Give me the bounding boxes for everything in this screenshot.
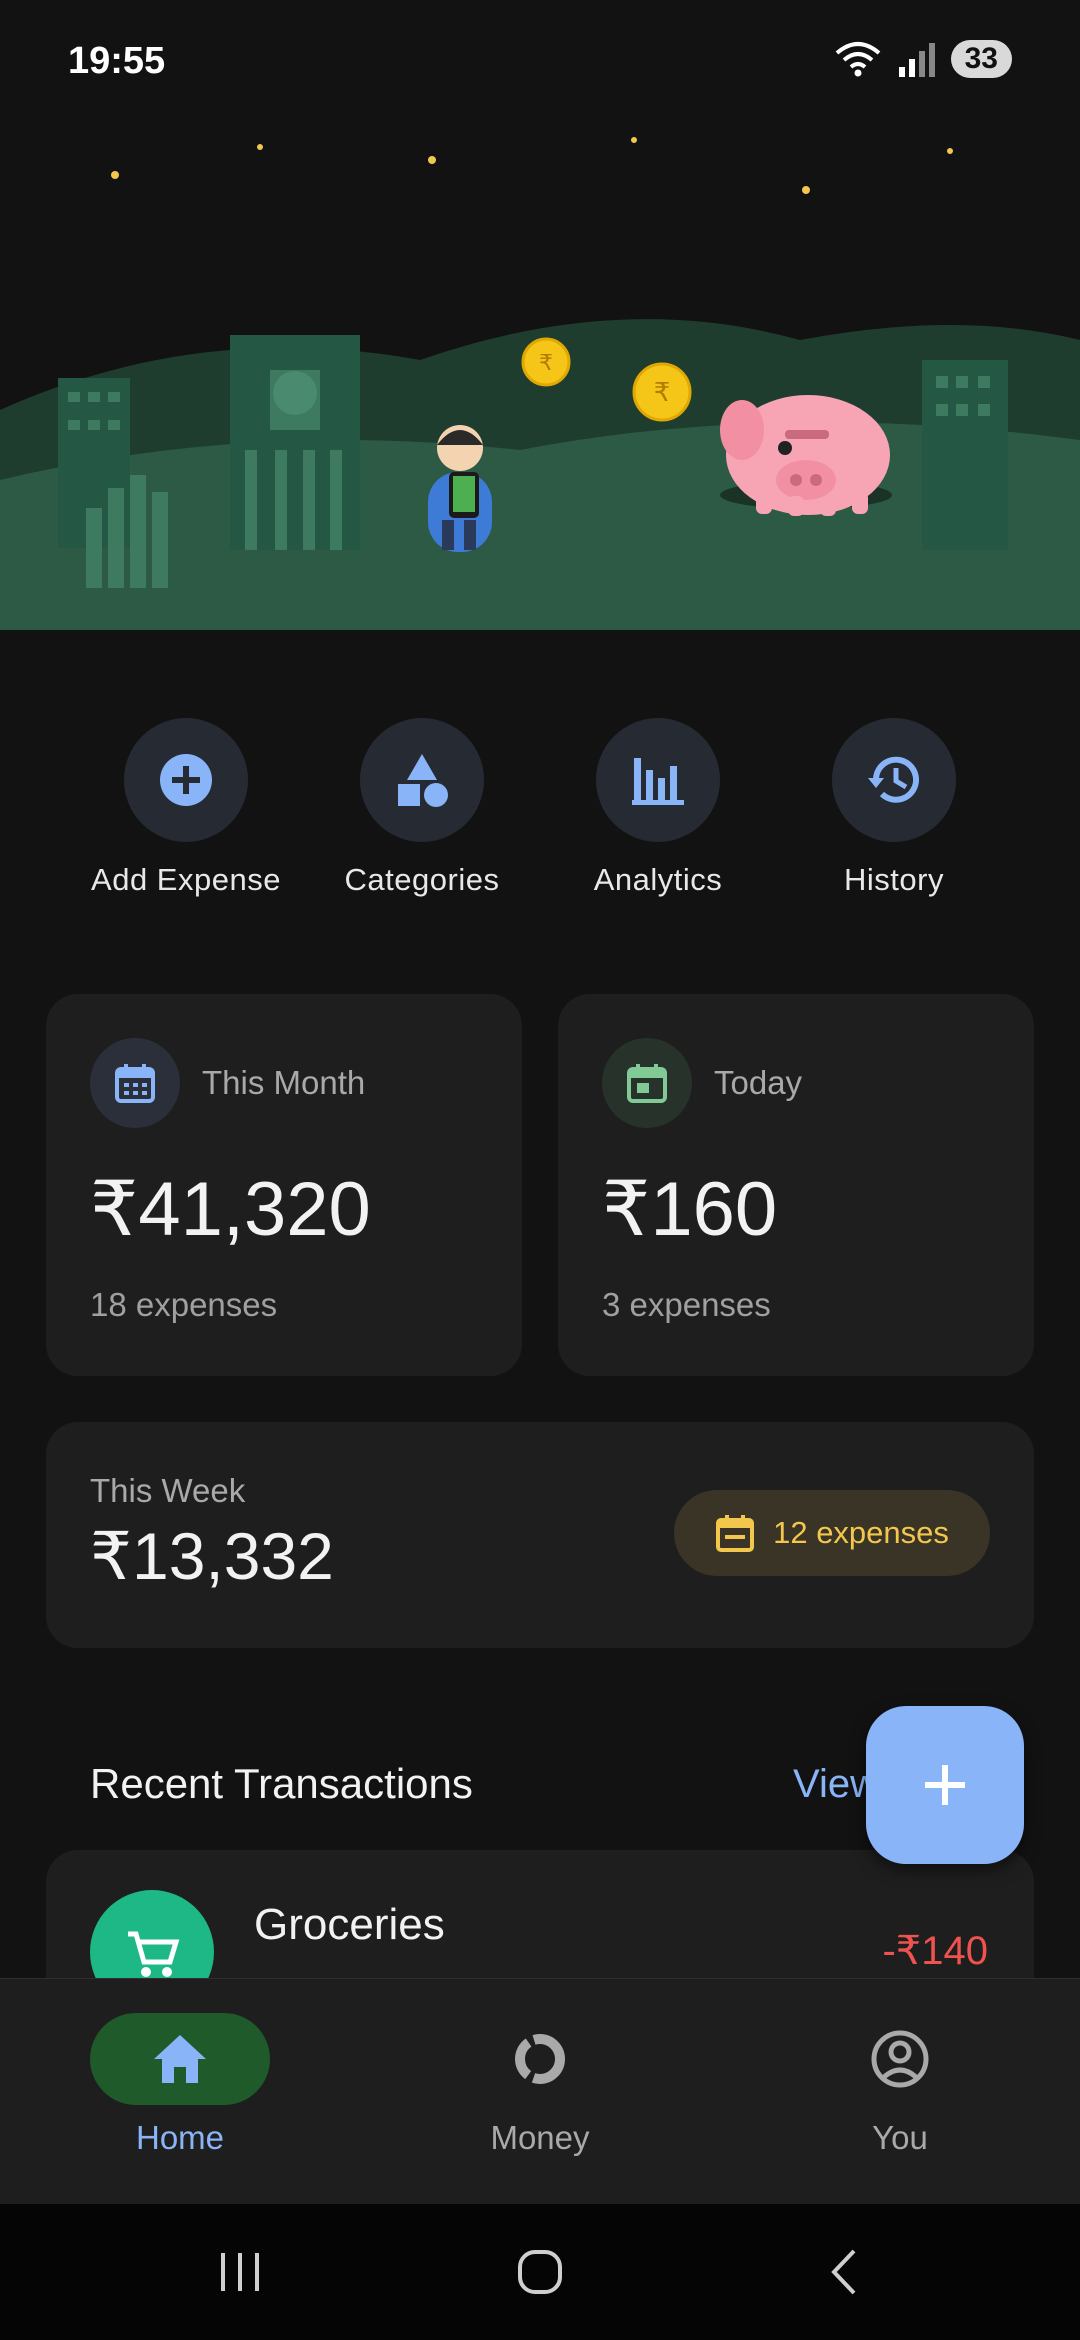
home-circle-icon bbox=[518, 2250, 562, 2294]
transaction-name: Groceries bbox=[254, 1900, 445, 1949]
nav-you[interactable]: You bbox=[790, 2013, 1010, 2157]
shapes-icon bbox=[398, 754, 448, 807]
this-week-card[interactable]: This Week ₹13,332 12 expenses bbox=[46, 1422, 1034, 1648]
card-amount: ₹41,320 bbox=[90, 1167, 371, 1252]
recent-transactions-title: Recent Transactions bbox=[90, 1760, 473, 1807]
plus-icon bbox=[925, 1765, 965, 1805]
money-icon bbox=[515, 2034, 565, 2084]
wifi-icon bbox=[835, 42, 880, 77]
status-bar: 19:55 33 bbox=[0, 0, 1080, 120]
recent-apps-icon bbox=[221, 2253, 259, 2291]
calendar-icon bbox=[716, 1515, 755, 1552]
signal-icon bbox=[898, 43, 935, 77]
action-categories[interactable]: Categories bbox=[312, 718, 532, 898]
action-label: Add Expense bbox=[91, 862, 281, 897]
history-icon bbox=[868, 756, 919, 803]
bar-chart-icon bbox=[632, 758, 684, 805]
card-amount: ₹13,332 bbox=[90, 1519, 334, 1593]
status-icons: 33 bbox=[833, 40, 1012, 78]
nav-money[interactable]: Money bbox=[430, 2013, 650, 2157]
recent-apps-button[interactable] bbox=[200, 2242, 280, 2302]
nav-label: Money bbox=[490, 2119, 590, 2156]
bottom-navigation: Home Money You bbox=[0, 1978, 1080, 2204]
back-button[interactable] bbox=[804, 2242, 884, 2302]
nav-label: You bbox=[872, 2119, 928, 2156]
card-title: This Week bbox=[90, 1472, 246, 1509]
card-title: Today bbox=[714, 1064, 803, 1101]
status-time: 19:55 bbox=[68, 40, 166, 82]
calendar-icon bbox=[90, 1038, 180, 1128]
home-button[interactable] bbox=[500, 2242, 580, 2302]
hero-illustration: ₹ ₹ bbox=[0, 120, 1080, 630]
battery-indicator: 33 bbox=[950, 40, 1012, 78]
expense-count-badge: 12 expenses bbox=[674, 1490, 990, 1576]
this-month-card[interactable]: This Month ₹41,320 18 expenses bbox=[46, 994, 522, 1376]
calendar-today-icon bbox=[602, 1038, 692, 1128]
home-icon bbox=[154, 2035, 206, 2083]
action-add-expense[interactable]: Add Expense bbox=[76, 718, 296, 898]
coin-symbol: ₹ bbox=[539, 351, 553, 376]
action-history[interactable]: History bbox=[784, 718, 1004, 898]
add-expense-fab[interactable] bbox=[866, 1706, 1024, 1864]
action-label: History bbox=[844, 862, 944, 897]
cart-icon bbox=[90, 1890, 214, 1980]
card-subtitle: 3 expenses bbox=[602, 1286, 771, 1323]
quick-actions: Add Expense Categories Analytics History bbox=[0, 718, 1080, 918]
action-label: Analytics bbox=[593, 862, 723, 897]
action-analytics[interactable]: Analytics bbox=[548, 718, 768, 898]
add-circle-icon bbox=[160, 754, 212, 806]
system-navigation-bar bbox=[0, 2204, 1080, 2340]
card-amount: ₹160 bbox=[602, 1167, 778, 1252]
transaction-item[interactable]: Groceries -₹140 bbox=[46, 1850, 1034, 1980]
today-card[interactable]: Today ₹160 3 expenses bbox=[558, 994, 1034, 1376]
card-title: This Month bbox=[202, 1064, 366, 1101]
profile-icon bbox=[871, 2030, 929, 2088]
card-subtitle: 18 expenses bbox=[90, 1286, 278, 1323]
badge-text: 12 expenses bbox=[773, 1515, 949, 1550]
back-icon bbox=[831, 2249, 856, 2295]
transaction-amount: -₹140 bbox=[882, 1929, 988, 1973]
coin-symbol: ₹ bbox=[654, 378, 671, 408]
nav-label: Home bbox=[135, 2119, 225, 2156]
action-label: Categories bbox=[344, 862, 500, 897]
nav-home[interactable]: Home bbox=[70, 2013, 290, 2157]
